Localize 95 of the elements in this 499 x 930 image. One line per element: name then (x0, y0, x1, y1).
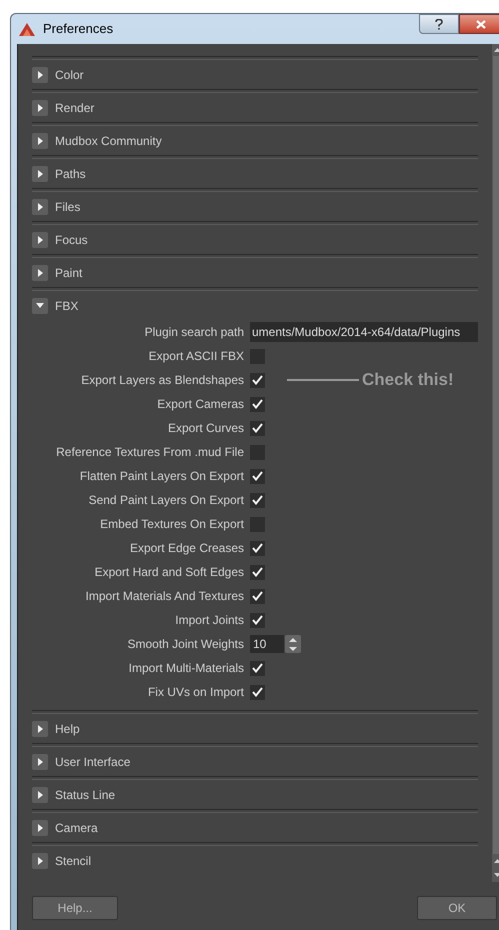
section-title: Stencil (55, 852, 92, 870)
expand-toggle[interactable] (32, 786, 48, 802)
checkbox[interactable] (250, 420, 265, 436)
check-icon (252, 567, 263, 577)
annotation-text: Check this! (362, 369, 454, 392)
checkbox[interactable] (250, 492, 265, 508)
right-triangle-icon (38, 758, 42, 766)
checkbox[interactable] (250, 588, 265, 604)
close-button[interactable] (459, 14, 499, 34)
checkbox[interactable] (250, 468, 265, 484)
help-button[interactable] (419, 14, 459, 34)
expand-toggle[interactable] (32, 166, 48, 182)
option-label: Smooth Joint Weights (127, 636, 244, 653)
section-title: Focus (55, 232, 88, 248)
right-triangle-icon (38, 268, 42, 276)
option-label: Plugin search path (144, 324, 244, 341)
option-label: Export Layers as Blendshapes (81, 372, 244, 389)
option-label: Export Hard and Soft Edges (94, 564, 244, 581)
window-title: Preferences (43, 20, 114, 38)
expand-toggle[interactable] (32, 198, 48, 214)
right-triangle-icon (38, 104, 42, 112)
option-label: Fix UVs on Import (148, 684, 244, 701)
check-icon (252, 423, 263, 433)
check-icon (252, 687, 263, 697)
section-title: FBX (55, 298, 78, 314)
app-logo-icon (19, 22, 35, 36)
check-icon (252, 543, 263, 553)
check-icon (252, 495, 263, 505)
leader-line (287, 379, 359, 381)
dialog-button[interactable]: OK (417, 896, 497, 920)
section-title: Color (55, 66, 84, 84)
checkbox[interactable] (250, 612, 265, 628)
checkbox[interactable] (250, 372, 265, 388)
number-field[interactable]: 10 (250, 635, 284, 653)
option-label: Export Cameras (157, 396, 244, 413)
checkbox[interactable] (250, 564, 265, 580)
section-title: Files (55, 198, 80, 216)
right-triangle-icon (38, 202, 42, 210)
expand-toggle[interactable] (32, 66, 48, 82)
option-label: Export Edge Creases (130, 540, 244, 557)
section-title: Camera (55, 820, 98, 836)
close-icon (476, 20, 486, 28)
check-icon (252, 375, 263, 385)
section-title: Render (55, 100, 94, 116)
question-icon (435, 18, 443, 30)
dialog-button[interactable]: Help... (32, 896, 118, 920)
section-title: Help (55, 720, 80, 738)
expand-toggle[interactable] (32, 754, 48, 770)
option-label: Embed Textures On Export (100, 516, 244, 533)
expand-toggle[interactable] (32, 132, 48, 148)
right-triangle-icon (38, 170, 42, 178)
option-label: Import Joints (175, 612, 244, 629)
option-label: Export ASCII FBX (148, 348, 244, 365)
check-icon (252, 591, 263, 601)
section-title: Status Line (55, 786, 116, 804)
checkbox[interactable] (250, 396, 265, 412)
option-label: Export Curves (168, 420, 244, 437)
checkbox[interactable] (250, 540, 265, 556)
section-title: Paint (55, 264, 82, 282)
right-triangle-icon (38, 236, 42, 244)
expand-toggle[interactable] (32, 820, 48, 836)
right-triangle-icon (38, 70, 42, 78)
spin-buttons[interactable] (285, 635, 301, 653)
checkbox[interactable] (250, 684, 265, 700)
right-triangle-icon (38, 824, 42, 832)
up-arrow-icon (494, 48, 499, 52)
right-triangle-icon (38, 790, 42, 798)
option-label: Send Paint Layers On Export (88, 492, 244, 509)
option-label: Import Materials And Textures (85, 588, 244, 605)
expand-toggle[interactable] (32, 720, 48, 736)
checkbox[interactable] (250, 660, 265, 676)
check-icon (252, 471, 263, 481)
right-triangle-icon (38, 856, 42, 864)
option-label: Flatten Paint Layers On Export (80, 468, 244, 485)
option-label: Reference Textures From .mud File (56, 444, 244, 461)
down-arrow-icon (494, 873, 499, 877)
expand-toggle[interactable] (32, 232, 48, 248)
check-icon (252, 615, 263, 625)
expand-toggle[interactable] (32, 100, 48, 116)
check-icon (252, 663, 263, 673)
up-arrow-icon (494, 859, 499, 863)
expand-toggle[interactable] (32, 852, 48, 868)
expand-toggle[interactable] (32, 298, 48, 314)
section-title: User Interface (55, 754, 130, 770)
right-triangle-icon (38, 136, 42, 144)
check-icon (252, 399, 263, 409)
path-field[interactable]: uments/Mudbox/2014-x64/data/Plugins (250, 322, 478, 342)
down-arrow-icon (289, 646, 297, 650)
right-triangle-icon (38, 724, 42, 732)
section-title: Paths (55, 166, 86, 182)
down-triangle-icon (36, 303, 44, 308)
up-arrow-icon (289, 638, 297, 642)
section-title: Mudbox Community (55, 132, 162, 150)
expand-toggle[interactable] (32, 264, 48, 280)
option-label: Import Multi-Materials (128, 660, 244, 677)
